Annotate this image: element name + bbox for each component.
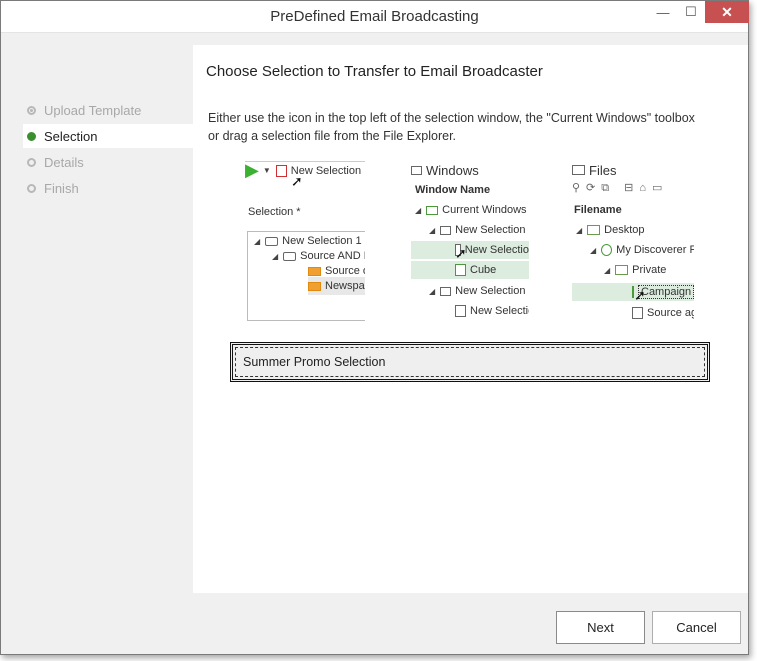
files-toolbar: ⚲⟳⧉ ⊟⌂▭ bbox=[572, 182, 669, 194]
cursor-icon: ➚ bbox=[455, 245, 467, 261]
cursor-icon: ➚ bbox=[634, 287, 646, 303]
dropdown-icon: ▼ bbox=[262, 166, 271, 175]
maximize-icon[interactable]: ☐ bbox=[677, 1, 705, 23]
tree-row: Newspap bbox=[308, 277, 365, 295]
windows-column-header: Window Name bbox=[415, 184, 491, 196]
selection-value: Summer Promo Selection bbox=[243, 355, 386, 369]
close-icon[interactable]: ✕ bbox=[705, 1, 749, 23]
selection-toolbar: ▶ ▼ New Selection bbox=[245, 160, 365, 180]
step-label: Upload Template bbox=[44, 102, 142, 118]
instructions-text: Either use the icon in the top left of t… bbox=[208, 111, 695, 143]
step-status-icon bbox=[27, 157, 36, 167]
tree-row: Source ag bbox=[632, 304, 694, 321]
windows-panel-image: Windows Window Name ◢ Current Windows ◢ Ne… bbox=[411, 159, 529, 321]
run-icon: ▶ bbox=[245, 160, 259, 180]
selection-file-icon bbox=[275, 164, 287, 177]
tree-row: ◢ Private bbox=[604, 264, 667, 276]
step-status-icon bbox=[27, 105, 36, 115]
step-label: Selection bbox=[44, 128, 98, 144]
files-panel-title: Files bbox=[572, 161, 616, 179]
step-selection: Selection bbox=[23, 124, 193, 148]
wizard-window: PreDefined Email Broadcasting — ☐ ✕ Uplo… bbox=[0, 0, 749, 655]
step-status-icon bbox=[27, 131, 36, 141]
tree-row: New Selectio bbox=[455, 302, 529, 320]
selection-title: Selection * bbox=[248, 206, 301, 218]
instruction-illustration: ▶ ▼ New Selection Selection * ◢ New Selec… bbox=[245, 159, 695, 325]
cancel-button[interactable]: Cancel bbox=[652, 611, 741, 644]
step-status-icon bbox=[27, 183, 36, 193]
next-button[interactable]: Next bbox=[556, 611, 645, 644]
selection-drop-field[interactable]: Summer Promo Selection bbox=[230, 342, 710, 382]
tree-row: ◢ My Discoverer F bbox=[590, 244, 694, 256]
tree-row: Cube bbox=[411, 261, 529, 279]
minimize-icon[interactable]: — bbox=[649, 1, 677, 23]
selection-panel-image: ▶ ▼ New Selection Selection * ◢ New Selec… bbox=[245, 159, 365, 321]
tree-row: ◢ Desktop bbox=[576, 224, 645, 236]
step-details: Details bbox=[23, 150, 193, 174]
step-label: Finish bbox=[44, 180, 79, 196]
step-label: Details bbox=[44, 154, 84, 170]
tree-row: ◢ New Selection 1 bbox=[429, 224, 529, 236]
selection-tree: ◢New Selection 1 ◢Source AND N Source of… bbox=[247, 231, 365, 321]
cursor-icon: ➚ bbox=[291, 173, 303, 189]
windows-panel-title: Windows bbox=[411, 161, 479, 179]
step-finish: Finish bbox=[23, 176, 193, 200]
files-column-header: Filename bbox=[574, 204, 622, 216]
tree-row: ◢ New Selection 2 bbox=[429, 285, 529, 297]
tree-row: ◢ Current Windows bbox=[415, 204, 527, 216]
main-panel: Choose Selection to Transfer to Email Br… bbox=[193, 45, 748, 593]
wizard-steps: Upload Template Selection Details Finish bbox=[10, 45, 193, 593]
tree-row: New Selectio bbox=[411, 241, 529, 259]
window-title: PreDefined Email Broadcasting bbox=[270, 8, 479, 25]
files-panel-image: Files ⚲⟳⧉ ⊟⌂▭ Filename ◢ Desktop ◢ My Disc… bbox=[572, 159, 694, 321]
title-bar: PreDefined Email Broadcasting — ☐ ✕ bbox=[1, 1, 749, 33]
tree-row: Campaign bbox=[572, 283, 694, 301]
step-upload-template: Upload Template bbox=[23, 98, 193, 122]
page-title: Choose Selection to Transfer to Email Br… bbox=[206, 63, 543, 80]
